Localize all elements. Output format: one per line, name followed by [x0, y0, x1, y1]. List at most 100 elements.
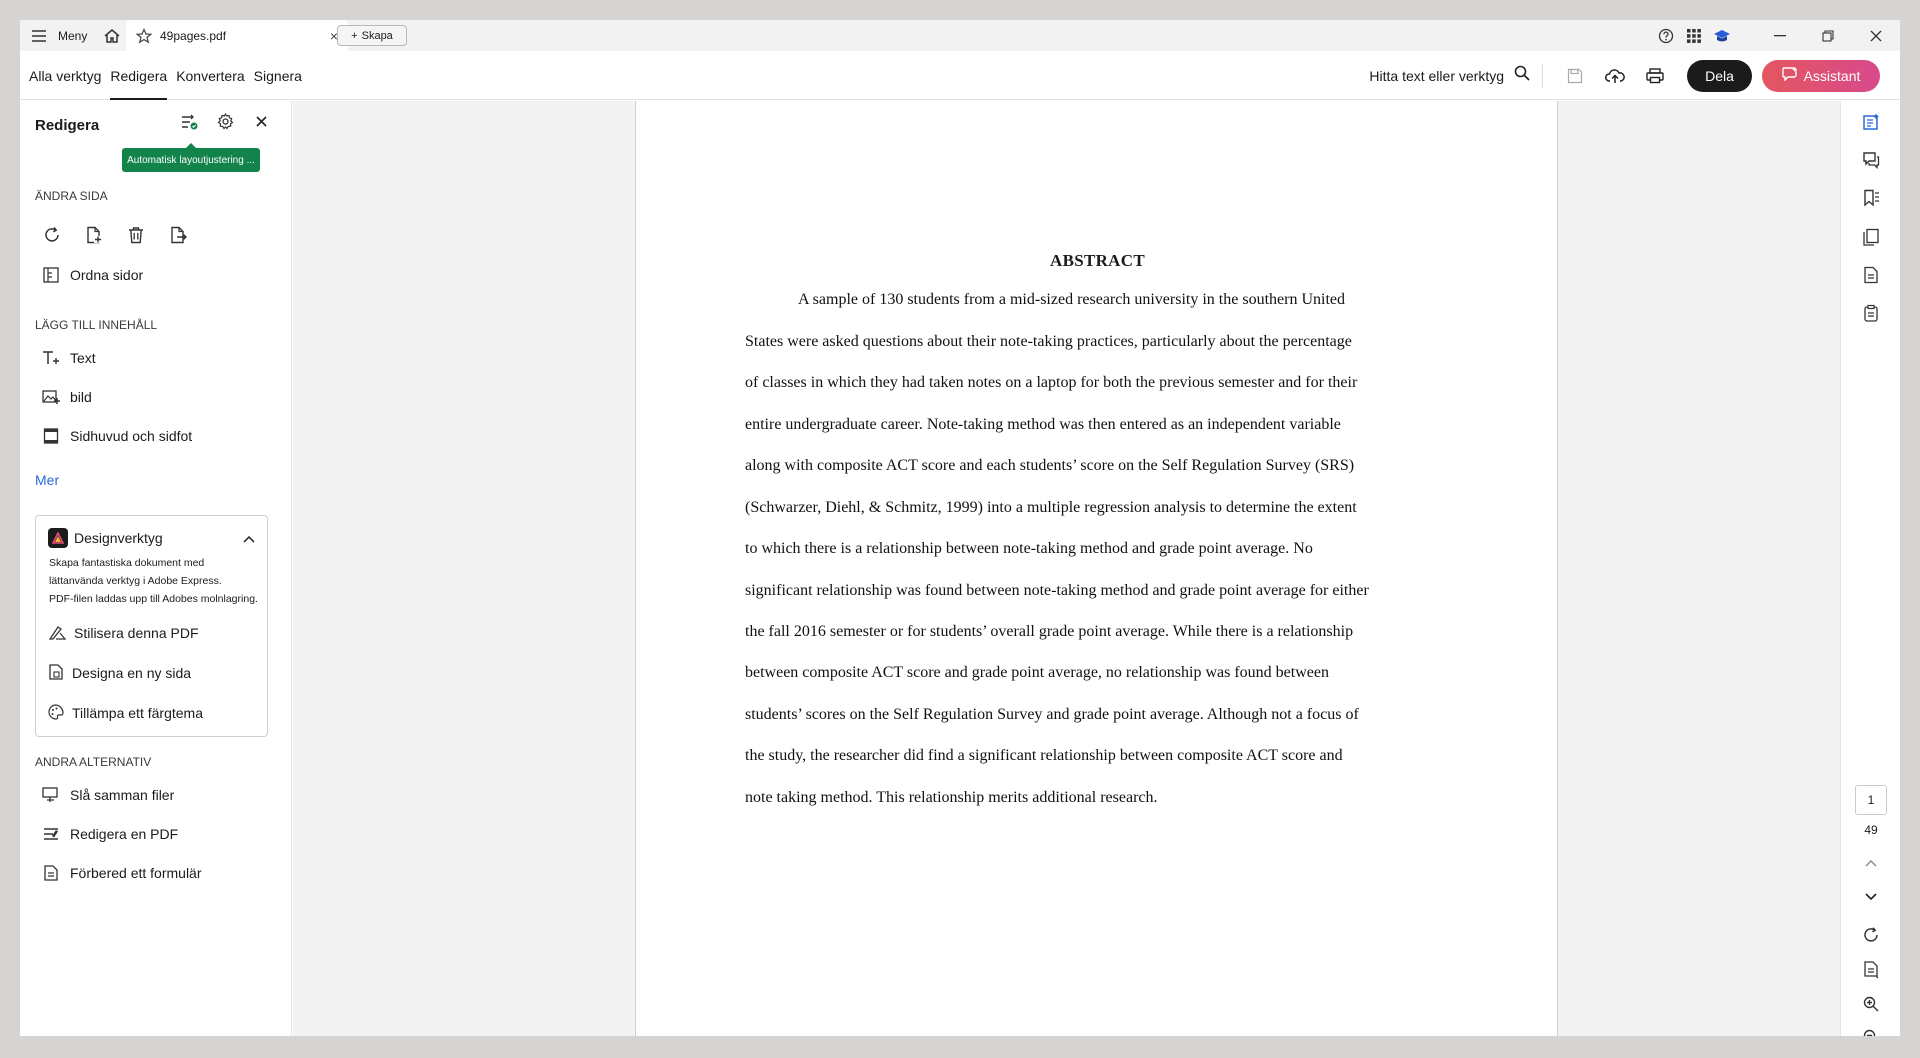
abstract-line: note taking method. This relationship me…	[745, 789, 1158, 806]
close-window-button[interactable]	[1852, 20, 1900, 51]
star-icon[interactable]	[136, 27, 152, 44]
abstract-heading: ABSTRACT	[1050, 251, 1145, 270]
assistant-label: Assistant	[1803, 67, 1861, 84]
document-viewport[interactable]: ABSTRACT A sample of 130 students from a…	[293, 101, 1840, 1036]
delete-page-icon[interactable]	[124, 223, 148, 247]
merge-files-item[interactable]: Slå samman filer	[42, 783, 174, 807]
organize-pages-item[interactable]: Ordna sidor	[42, 263, 143, 287]
plus-icon: +	[351, 29, 358, 42]
design-page-icon	[48, 663, 64, 683]
zoom-in-icon[interactable]	[1841, 996, 1900, 1012]
help-icon[interactable]	[1652, 28, 1680, 44]
zoom-out-icon[interactable]	[1841, 1029, 1900, 1036]
tab-all-tools[interactable]: Alla verktyg	[29, 51, 101, 100]
edit-pdf-icon	[42, 826, 60, 842]
design-new-page-item[interactable]: Designa en ny sida	[48, 662, 191, 684]
merge-files-label: Slå samman filer	[70, 787, 175, 803]
cloud-upload-icon[interactable]	[1595, 68, 1635, 84]
education-cap-icon[interactable]	[1708, 28, 1736, 44]
close-panel-icon[interactable]	[250, 116, 272, 127]
add-text-item[interactable]: Text	[42, 346, 96, 370]
find-text-field[interactable]: Hitta text eller verktyg	[1369, 68, 1504, 84]
restore-button[interactable]	[1804, 20, 1852, 51]
current-page-input[interactable]: 1	[1855, 785, 1887, 815]
rotate-page-icon[interactable]	[40, 223, 64, 247]
header-footer-icon	[42, 428, 60, 444]
tab-sign[interactable]: Signera	[254, 51, 302, 100]
add-image-icon	[42, 389, 60, 405]
pages-thumbnails-icon[interactable]	[1841, 228, 1900, 246]
tab-convert[interactable]: Konvertera	[176, 51, 244, 100]
hamburger-menu-icon[interactable]	[28, 29, 50, 42]
search-icon[interactable]	[1514, 65, 1530, 86]
organize-pages-icon	[42, 267, 60, 283]
assistant-button[interactable]: Assistant	[1762, 59, 1880, 92]
design-page-label: Designa en ny sida	[72, 665, 192, 681]
menu-label[interactable]: Meny	[58, 29, 87, 43]
prepare-form-item[interactable]: Förbered ett formulär	[42, 861, 202, 885]
abstract-line: (Schwarzer, Diehl, & Schmitz, 1999) into…	[745, 499, 1357, 516]
print-icon[interactable]	[1635, 67, 1675, 84]
design-desc-line: PDF-filen laddas upp till Adobes molnlag…	[49, 593, 258, 605]
apps-grid-icon[interactable]	[1680, 28, 1708, 44]
edit-panel: Redigera Automatisk layoutjustering ... …	[20, 101, 292, 1036]
insert-page-icon[interactable]	[82, 223, 106, 247]
create-button[interactable]: + Skapa	[337, 25, 407, 46]
share-button[interactable]: Dela	[1687, 59, 1752, 92]
abstract-line: between composite ACT score and grade po…	[745, 664, 1329, 681]
add-image-label: bild	[70, 389, 92, 405]
more-link[interactable]: Mer	[35, 472, 59, 488]
prepare-form-label: Förbered ett formulär	[70, 865, 202, 881]
color-theme-item[interactable]: Tillämpa ett färgtema	[48, 702, 203, 724]
edit-text-icon[interactable]	[1841, 113, 1900, 131]
document-tab[interactable]: 49pages.pdf ×	[126, 20, 348, 51]
page-display-icon[interactable]	[1841, 961, 1900, 979]
header-footer-item[interactable]: Sidhuvud och sidfot	[42, 424, 192, 448]
bookmark-icon[interactable]	[1841, 189, 1900, 207]
previous-page-icon[interactable]	[1841, 859, 1900, 867]
organize-pages-label: Ordna sidor	[70, 267, 144, 283]
section-change-page: ÄNDRA SIDA	[35, 189, 108, 203]
prepare-form-icon	[42, 865, 60, 881]
settings-gear-icon[interactable]	[214, 113, 236, 130]
auto-layout-icon[interactable]	[178, 114, 200, 130]
tab-edit[interactable]: Redigera	[110, 51, 167, 100]
extract-page-icon[interactable]	[166, 223, 190, 247]
add-image-item[interactable]: bild	[42, 385, 92, 409]
title-bar: Meny 49pages.pdf × + Skapa	[20, 20, 1900, 51]
merge-files-icon	[42, 787, 60, 803]
chevron-up-icon[interactable]	[243, 530, 255, 548]
menu-tabs: Alla verktyg Redigera Konvertera Signera	[29, 51, 302, 100]
abstract-line: A sample of 130 students from a mid-size…	[798, 291, 1345, 308]
minimize-button[interactable]	[1756, 20, 1804, 51]
comment-icon[interactable]	[1841, 151, 1900, 169]
panel-title: Redigera	[35, 117, 100, 134]
home-icon[interactable]	[103, 28, 121, 44]
document-properties-icon[interactable]	[1841, 266, 1900, 284]
add-text-label: Text	[70, 350, 96, 366]
design-tools-card: Designverktyg Skapa fantastiska dokument…	[35, 515, 268, 737]
abstract-line: significant relationship was found betwe…	[745, 582, 1369, 599]
abstract-line: entire undergraduate career. Note-taking…	[745, 416, 1341, 433]
pdf-page[interactable]: ABSTRACT A sample of 130 students from a…	[635, 101, 1558, 1036]
palette-icon	[48, 703, 64, 723]
assistant-icon	[1781, 67, 1798, 84]
create-label: Skapa	[361, 29, 393, 42]
abstract-line: to which there is a relationship between…	[745, 540, 1313, 557]
header-footer-label: Sidhuvud och sidfot	[70, 428, 193, 444]
toolbar-divider	[1542, 63, 1543, 88]
add-text-icon	[42, 350, 60, 366]
adobe-express-logo-icon	[48, 528, 68, 548]
form-fields-icon[interactable]	[1841, 304, 1900, 322]
abstract-line: the study, the researcher did find a sig…	[745, 747, 1343, 764]
abstract-line: students’ scores on the Self Regulation …	[745, 706, 1359, 723]
refresh-view-icon[interactable]	[1841, 927, 1900, 943]
abstract-line: States were asked questions about their …	[745, 333, 1352, 350]
right-rail: 1 49	[1840, 101, 1900, 1036]
color-theme-label: Tillämpa ett färgtema	[72, 705, 203, 721]
stylize-pdf-item[interactable]: Stilisera denna PDF	[48, 622, 199, 644]
edit-pdf-item[interactable]: Redigera en PDF	[42, 822, 178, 846]
design-tools-description: Skapa fantastiska dokument med lättanvän…	[49, 554, 267, 608]
next-page-icon[interactable]	[1841, 893, 1900, 901]
save-icon[interactable]	[1555, 68, 1595, 84]
